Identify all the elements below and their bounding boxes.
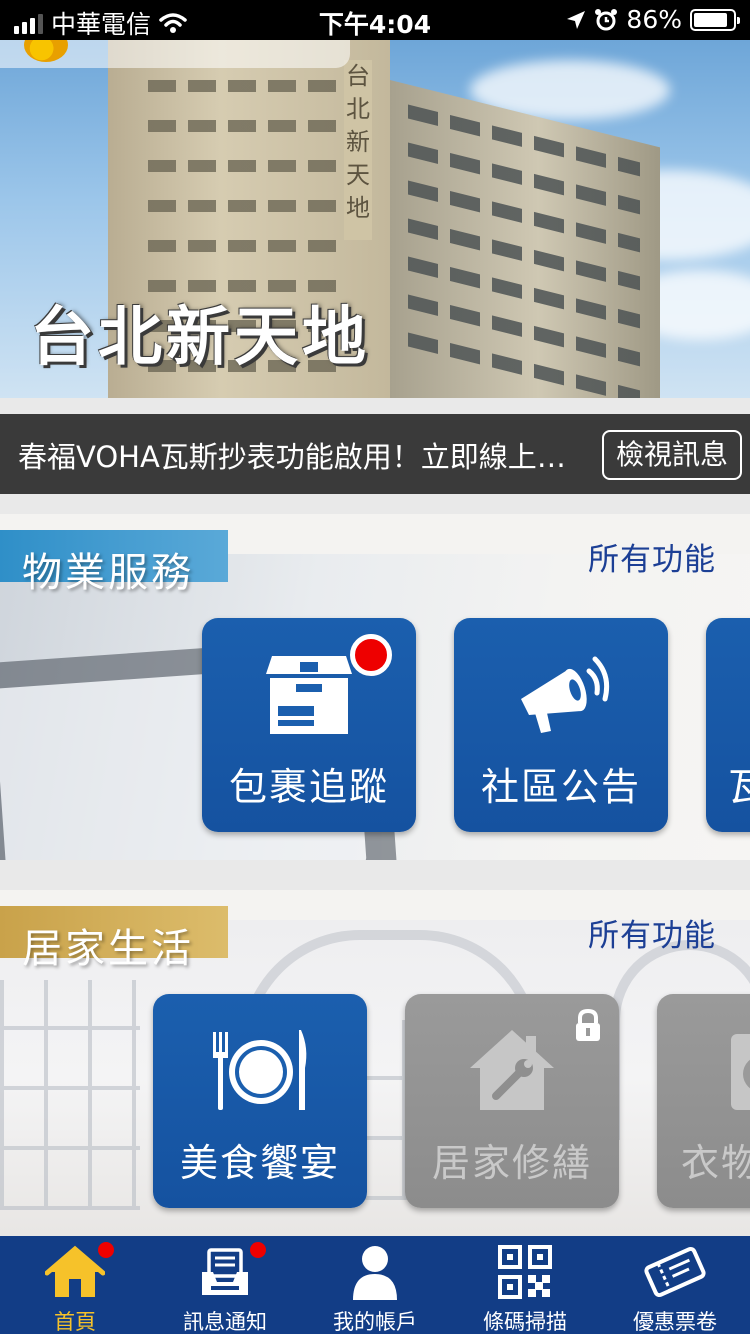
tab-label: 首頁 [54, 1310, 96, 1334]
lock-icon [576, 1008, 600, 1041]
location-arrow-icon [567, 10, 586, 29]
tile-laundry-partial[interactable]: 衣物 [657, 994, 750, 1208]
dining-icon [213, 1030, 307, 1110]
tile-label: 衣物 [681, 1141, 750, 1185]
tile-package-tracking[interactable]: 包裹追蹤 [202, 618, 416, 832]
logo-icon [24, 40, 68, 62]
all-functions-link[interactable]: 所有功能 [588, 910, 716, 955]
tab-messages[interactable]: 訊息通知 [150, 1236, 300, 1334]
section-title: 物業服務 [22, 550, 194, 596]
tab-label: 訊息通知 [183, 1310, 267, 1334]
app-logo-strip [0, 40, 350, 68]
tab-label: 優惠票卷 [633, 1310, 717, 1334]
tab-label: 條碼掃描 [483, 1310, 567, 1334]
tile-label: 包裹追蹤 [228, 765, 389, 809]
bottom-tab-bar: 首頁 訊息通知 我的帳戶 條碼掃描 優惠票卷 [0, 1236, 750, 1334]
all-functions-link[interactable]: 所有功能 [588, 534, 716, 579]
tile-label: 社區公告 [480, 765, 641, 809]
battery-icon [690, 8, 740, 31]
notification-badge [98, 1242, 114, 1258]
tile-community-notice[interactable]: 社區公告 [454, 618, 668, 832]
home-repair-icon [470, 1030, 554, 1110]
tile-dining[interactable]: 美食饗宴 [153, 994, 367, 1208]
tile-label: 美食饗宴 [179, 1141, 340, 1185]
tab-scan[interactable]: 條碼掃描 [450, 1236, 600, 1334]
building-sign: 台北新天地 [344, 60, 372, 240]
tile-gas-partial[interactable]: 瓦 [706, 618, 750, 832]
tile-label: 瓦 [728, 765, 750, 809]
notification-badge [250, 1242, 266, 1258]
hero-banner[interactable]: 台北新天地 台北新天地 [0, 40, 750, 398]
ticket-icon [644, 1247, 706, 1297]
alarm-icon [595, 8, 618, 30]
notice-text[interactable]: 春福VOHA瓦斯抄表功能啟用！立即線上抄表 [18, 434, 578, 476]
home-life-section: 居家生活 所有功能 美食饗宴 居家修繕 衣物 [0, 890, 750, 1236]
home-icon [45, 1245, 105, 1297]
inbox-icon [202, 1248, 248, 1295]
building-wing-image [390, 80, 660, 398]
status-bar: 中華電信 下午4:04 86% [0, 0, 750, 40]
tab-coupons[interactable]: 優惠票卷 [600, 1236, 750, 1334]
megaphone-icon [521, 656, 610, 733]
view-message-button[interactable]: 檢視訊息 [602, 430, 742, 480]
tab-account[interactable]: 我的帳戶 [300, 1236, 450, 1334]
tile-home-repair[interactable]: 居家修繕 [405, 994, 619, 1208]
qr-code-icon [498, 1245, 552, 1299]
notification-badge [350, 634, 392, 676]
property-services-section: 物業服務 所有功能 包裹追蹤 社區公告 瓦 [0, 514, 750, 860]
hero-title: 台北新天地 [30, 300, 370, 375]
laundry-icon [731, 1034, 750, 1110]
user-icon [353, 1246, 397, 1300]
package-icon [266, 656, 352, 734]
battery-fill [694, 12, 727, 27]
tab-home[interactable]: 首頁 [0, 1236, 150, 1334]
tile-label: 居家修繕 [431, 1141, 592, 1185]
tab-label: 我的帳戶 [333, 1310, 417, 1334]
battery-percent: 86% [626, 5, 682, 34]
status-right: 86% [566, 5, 740, 34]
section-title: 居家生活 [22, 926, 194, 972]
